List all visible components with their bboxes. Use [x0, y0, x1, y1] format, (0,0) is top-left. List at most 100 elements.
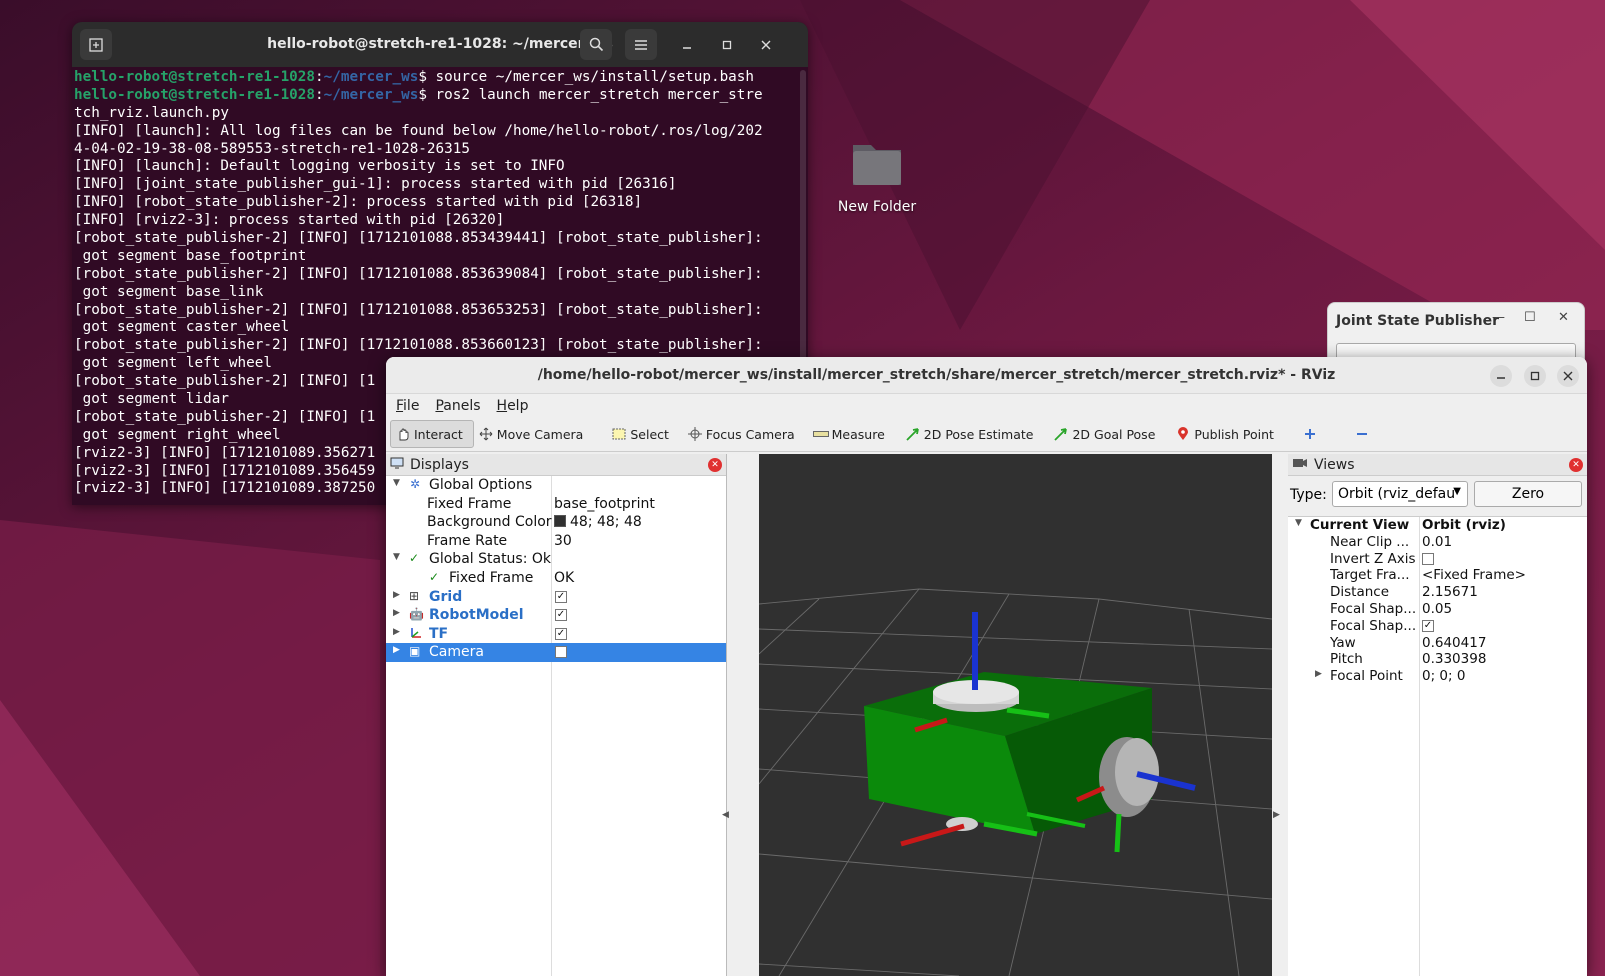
measure-tool-button[interactable]: Measure [809, 420, 895, 448]
focal-shape-size-value[interactable]: 0.05 [1422, 601, 1452, 617]
frame-rate-label: Frame Rate [427, 532, 508, 549]
remove-tool-button[interactable] [1350, 420, 1380, 448]
view-prop-row[interactable]: Focal Shap... ✓ [1288, 618, 1587, 635]
focal-shape-fixed-checkbox[interactable]: ✓ [1422, 619, 1434, 632]
background-color-value[interactable]: 48; 48; 48 [554, 514, 642, 530]
global-status-label: Global Status: Ok [429, 551, 552, 568]
view-prop-row[interactable]: Pitch 0.330398 [1288, 651, 1587, 668]
left-collapse-arrow-icon[interactable]: ◀ [722, 810, 729, 820]
tree-grid[interactable]: ▶ ⊞ Grid ✓ [386, 588, 726, 607]
focal-point-value[interactable]: 0; 0; 0 [1422, 668, 1465, 684]
menu-help[interactable]: Help [489, 398, 537, 414]
move-camera-icon [478, 426, 494, 442]
terminal-titlebar[interactable]: hello-robot@stretch-re1-1028: ~/mercer_w… [72, 22, 808, 67]
invert-z-checkbox[interactable] [1422, 552, 1434, 565]
rviz-minimize-button[interactable] [1490, 365, 1512, 387]
menu-panels[interactable]: Panels [427, 398, 488, 414]
views-type-select[interactable]: Orbit (rviz_defau ▼ [1332, 481, 1468, 507]
interact-label: Interact [414, 426, 463, 442]
tree-tf[interactable]: ▶ TF ✓ [386, 625, 726, 644]
prompt-separator: : [315, 69, 324, 85]
tf-checkbox[interactable]: ✓ [555, 627, 567, 640]
terminal-menu-button[interactable] [625, 29, 657, 60]
green-arrow-icon [905, 426, 921, 442]
view-prop-row[interactable]: ▶ Focal Point 0; 0; 0 [1288, 668, 1587, 685]
displays-header: Displays ✕ [386, 454, 726, 476]
collapsed-arrow-icon[interactable]: ▶ [393, 608, 400, 618]
view-prop-row[interactable]: Focal Shap... 0.05 [1288, 601, 1587, 618]
tree-global-options[interactable]: ▼ ✲ Global Options [386, 476, 726, 495]
terminal-line: hello-robot@stretch-re1-1028:~/mercer_ws… [74, 69, 808, 87]
view-prop-row[interactable]: Yaw 0.640417 [1288, 635, 1587, 652]
tree-fixed-frame[interactable]: Fixed Frame base_footprint [386, 495, 726, 514]
rviz-maximize-button[interactable] [1524, 365, 1546, 387]
tree-status-fixed-frame[interactable]: ✓ Fixed Frame OK [386, 569, 726, 588]
terminal-search-button[interactable] [580, 29, 612, 60]
collapsed-arrow-icon[interactable]: ▶ [393, 645, 400, 655]
target-frame-value[interactable]: <Fixed Frame> [1422, 567, 1526, 583]
view-prop-row[interactable]: Near Clip ... 0.01 [1288, 534, 1587, 551]
hamburger-menu-icon [635, 39, 647, 50]
right-collapse-arrow-icon[interactable]: ▶ [1273, 810, 1280, 820]
interact-tool-button[interactable]: Interact [390, 420, 474, 448]
expand-arrow-icon[interactable]: ▼ [1295, 518, 1302, 528]
select-icon [611, 426, 627, 442]
displays-close-button[interactable]: ✕ [708, 458, 722, 472]
search-icon [589, 37, 603, 52]
collapsed-arrow-icon[interactable]: ▶ [393, 627, 400, 637]
desktop-folder[interactable]: New Folder [822, 135, 932, 215]
pose-estimate-tool-button[interactable]: 2D Pose Estimate [901, 420, 1044, 448]
select-tool-button[interactable]: Select [607, 420, 679, 448]
expand-arrow-icon[interactable]: ▼ [393, 478, 400, 488]
near-clip-value[interactable]: 0.01 [1422, 534, 1452, 550]
invert-z-label: Invert Z Axis [1330, 550, 1416, 567]
views-property-tree[interactable]: ▼ Current View Orbit (rviz) Near Clip ..… [1288, 516, 1587, 976]
rviz-window[interactable]: /home/hello-robot/mercer_ws/install/merc… [386, 357, 1587, 976]
distance-value[interactable]: 2.15671 [1422, 584, 1478, 600]
menu-file[interactable]: File [388, 398, 427, 414]
terminal-line: 4-04-02-19-38-08-589553-stretch-re1-1028… [74, 140, 470, 157]
maximize-button[interactable] [716, 34, 738, 56]
minimize-icon [1497, 377, 1505, 379]
tree-camera[interactable]: ▶ ▣ Camera [386, 643, 726, 662]
frame-rate-value[interactable]: 30 [554, 533, 572, 549]
target-frame-label: Target Fra... [1330, 567, 1410, 584]
grid-checkbox[interactable]: ✓ [555, 590, 567, 603]
displays-panel[interactable]: Displays ✕ ▼ ✲ Global Options Fixed Fram… [386, 454, 727, 976]
yaw-value[interactable]: 0.640417 [1422, 635, 1486, 651]
close-button[interactable] [755, 34, 777, 56]
view-prop-row[interactable]: Target Fra... <Fixed Frame> [1288, 567, 1587, 584]
pitch-value[interactable]: 0.330398 [1422, 651, 1486, 667]
camera-checkbox[interactable] [555, 646, 567, 659]
views-panel[interactable]: Views ✕ Type: Orbit (rviz_defau ▼ Zero ▼… [1288, 454, 1587, 976]
jsp-maximize-button[interactable]: ☐ [1524, 310, 1536, 325]
move-camera-tool-button[interactable]: Move Camera [474, 420, 594, 448]
publish-point-tool-button[interactable]: Publish Point [1171, 420, 1284, 448]
robot-model-checkbox[interactable]: ✓ [555, 609, 567, 622]
jsp-minimize-button[interactable]: — [1492, 310, 1505, 325]
expand-arrow-icon[interactable]: ▼ [393, 552, 400, 562]
view-prop-row[interactable]: Invert Z Axis [1288, 551, 1587, 568]
background-color-label: Background Color [427, 514, 552, 531]
fixed-frame-value[interactable]: base_footprint [554, 496, 655, 512]
tree-background-color[interactable]: Background Color 48; 48; 48 [386, 513, 726, 532]
goal-pose-tool-button[interactable]: 2D Goal Pose [1049, 420, 1165, 448]
3d-render-viewport[interactable] [758, 454, 1273, 976]
collapsed-arrow-icon[interactable]: ▶ [393, 590, 400, 600]
zero-button[interactable]: Zero [1474, 481, 1582, 507]
tree-global-status[interactable]: ▼ ✓ Global Status: Ok [386, 550, 726, 569]
close-icon [761, 40, 771, 50]
collapsed-arrow-icon[interactable]: ▶ [1315, 669, 1322, 679]
add-tool-button[interactable] [1298, 420, 1328, 448]
ruler-icon [812, 426, 829, 442]
minimize-button[interactable] [676, 34, 698, 56]
tree-frame-rate[interactable]: Frame Rate 30 [386, 532, 726, 551]
jsp-close-button[interactable]: ✕ [1558, 310, 1569, 325]
rviz-close-button[interactable] [1557, 365, 1579, 387]
view-prop-row[interactable]: Distance 2.15671 [1288, 584, 1587, 601]
views-close-button[interactable]: ✕ [1569, 458, 1583, 472]
view-current-row[interactable]: ▼ Current View Orbit (rviz) [1288, 517, 1587, 534]
rviz-titlebar[interactable]: /home/hello-robot/mercer_ws/install/merc… [386, 357, 1587, 394]
tree-robot-model[interactable]: ▶ 🤖 RobotModel ✓ [386, 606, 726, 625]
focus-camera-tool-button[interactable]: Focus Camera [683, 420, 805, 448]
